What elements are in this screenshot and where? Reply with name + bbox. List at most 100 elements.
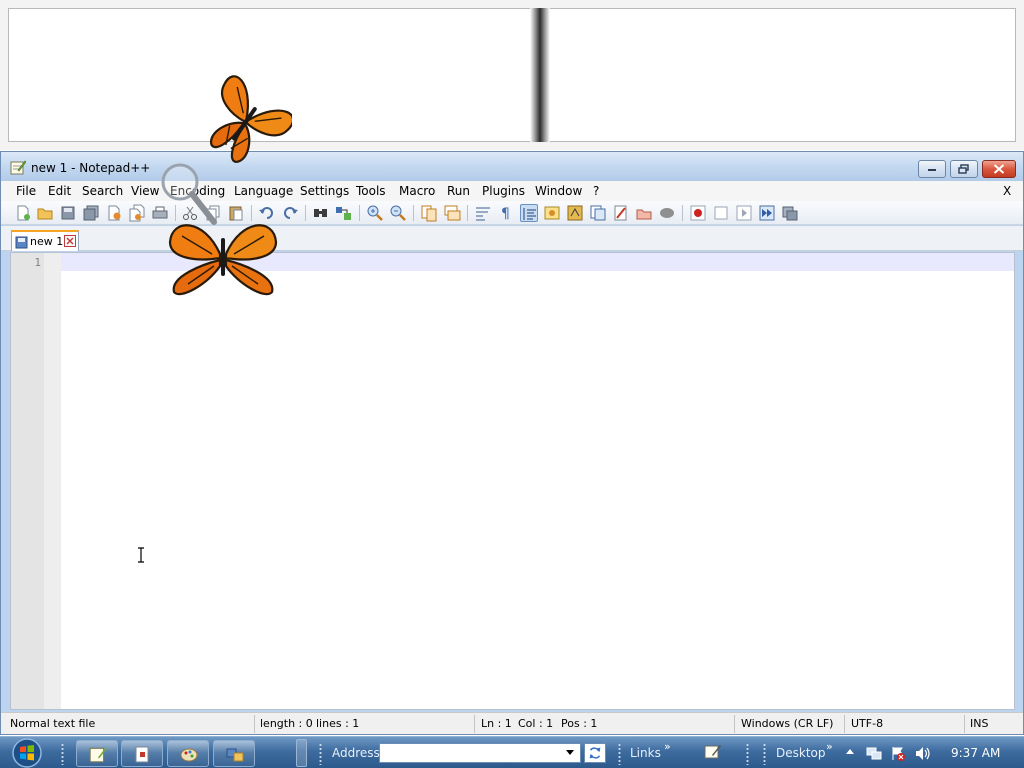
toolbar-grip[interactable]	[318, 743, 323, 765]
system-clock[interactable]: 9:37 AM	[951, 746, 1000, 760]
zoom-in-icon[interactable]	[366, 204, 384, 222]
toolbar-separator	[467, 205, 468, 221]
close-button[interactable]	[982, 160, 1016, 178]
macro-panel-icon[interactable]	[658, 204, 676, 222]
menu-bar: File Edit Search View Encoding Language …	[1, 181, 1023, 201]
background-panel	[8, 8, 1016, 142]
background-pole-image	[530, 8, 550, 142]
status-insert-mode[interactable]: INS	[970, 717, 988, 730]
toolbar-grip[interactable]	[745, 743, 750, 765]
toolbar-grip[interactable]	[617, 743, 622, 765]
menu-file[interactable]: File	[16, 184, 36, 198]
menu-window[interactable]: Window	[535, 184, 582, 198]
tab-bar: new 1	[1, 226, 1023, 251]
redo-icon[interactable]	[281, 204, 299, 222]
word-wrap-icon[interactable]	[474, 204, 492, 222]
replace-icon[interactable]	[335, 204, 353, 222]
status-position: Pos : 1	[561, 717, 598, 730]
save-all-icon[interactable]	[82, 204, 100, 222]
status-bar: Normal text file length : 0 lines : 1 Ln…	[1, 712, 1023, 734]
line-number-margin: 1	[11, 253, 44, 709]
menu-view[interactable]: View	[131, 184, 159, 198]
open-file-icon[interactable]	[36, 204, 54, 222]
sync-horizontal-icon[interactable]	[443, 204, 461, 222]
status-eol[interactable]: Windows (CR LF)	[741, 717, 833, 730]
menu-tools[interactable]: Tools	[356, 184, 386, 198]
user-language-icon[interactable]	[543, 204, 561, 222]
toolbar-grip[interactable]	[762, 743, 767, 765]
status-encoding[interactable]: UTF-8	[851, 717, 883, 730]
new-file-icon[interactable]	[14, 204, 32, 222]
sync-vertical-icon[interactable]	[420, 204, 438, 222]
address-dropdown-icon[interactable]	[566, 750, 574, 755]
toolbar-separator	[359, 205, 360, 221]
toolbar-separator	[682, 205, 683, 221]
notepad-quicklaunch-icon[interactable]	[704, 744, 722, 760]
play-macro-icon[interactable]	[735, 204, 753, 222]
menu-help[interactable]: ?	[593, 184, 599, 198]
desktop-toolbar-label[interactable]: Desktop	[776, 746, 826, 760]
restore-button[interactable]	[950, 160, 978, 178]
fold-margin[interactable]	[44, 253, 61, 709]
taskbar-app-button-4[interactable]	[213, 740, 255, 767]
save-icon[interactable]	[59, 204, 77, 222]
action-center-icon[interactable]	[890, 746, 906, 761]
go-button[interactable]	[584, 743, 606, 763]
menu-run[interactable]: Run	[447, 184, 470, 198]
folder-workspace-icon[interactable]	[612, 204, 630, 222]
menu-settings[interactable]: Settings	[300, 184, 349, 198]
toolbar-separator	[413, 205, 414, 221]
status-divider	[734, 715, 735, 733]
menu-edit[interactable]: Edit	[48, 184, 71, 198]
menu-search[interactable]: Search	[82, 184, 123, 198]
notepadpp-window: new 1 - Notepad++ File Edit Search View …	[0, 151, 1024, 735]
status-divider	[844, 715, 845, 733]
title-bar[interactable]: new 1 - Notepad++	[1, 152, 1023, 181]
taskbar-app-button-2[interactable]	[121, 740, 163, 767]
menu-language[interactable]: Language	[234, 184, 293, 198]
desktop-chevron-icon[interactable]: »	[826, 740, 833, 753]
save-macro-icon[interactable]	[781, 204, 799, 222]
zoom-out-icon[interactable]	[389, 204, 407, 222]
network-tray-icon[interactable]	[866, 746, 882, 761]
links-label[interactable]: Links	[630, 746, 661, 760]
doc-map-icon[interactable]	[566, 204, 584, 222]
run-macro-multiple-icon[interactable]	[758, 204, 776, 222]
close-document-button[interactable]: X	[1003, 184, 1011, 198]
address-input[interactable]	[379, 743, 581, 763]
indent-guide-icon[interactable]	[520, 204, 538, 222]
status-file-type: Normal text file	[10, 717, 96, 730]
show-hidden-icons-icon[interactable]	[846, 749, 854, 754]
tab-new-1[interactable]: new 1	[11, 230, 79, 251]
tab-close-icon[interactable]	[64, 235, 76, 247]
minimize-button[interactable]	[918, 160, 946, 178]
record-macro-icon[interactable]	[689, 204, 707, 222]
show-all-chars-icon[interactable]: ¶	[497, 204, 515, 222]
butterfly-lower-image	[168, 224, 278, 296]
links-chevron-icon[interactable]: »	[664, 740, 671, 753]
stop-macro-icon[interactable]	[712, 204, 730, 222]
window-title: new 1 - Notepad++	[31, 161, 151, 175]
taskbar-scroll-arrows[interactable]	[296, 739, 307, 767]
text-area[interactable]	[61, 271, 1014, 709]
svg-text:¶: ¶	[501, 206, 510, 222]
close-file-icon[interactable]	[105, 204, 123, 222]
taskbar-grip[interactable]	[60, 743, 65, 765]
toolbar-separator	[305, 205, 306, 221]
menu-macro[interactable]: Macro	[399, 184, 435, 198]
close-all-icon[interactable]	[128, 204, 146, 222]
restore-icon	[958, 164, 969, 174]
find-icon[interactable]	[312, 204, 330, 222]
taskbar-notepadpp-button[interactable]	[76, 740, 118, 767]
menu-plugins[interactable]: Plugins	[482, 184, 525, 198]
monitoring-icon[interactable]	[635, 204, 653, 222]
status-divider	[474, 715, 475, 733]
paint-icon	[180, 748, 198, 762]
toolbar: ¶	[1, 201, 1023, 225]
start-button[interactable]	[3, 737, 47, 768]
taskbar-app-button-3[interactable]	[167, 740, 209, 767]
taskbar: Address Links » Desktop » 9:37 AM	[0, 736, 1024, 768]
function-list-icon[interactable]	[589, 204, 607, 222]
editor-pane[interactable]: 1	[10, 252, 1015, 710]
volume-icon[interactable]	[914, 746, 931, 761]
